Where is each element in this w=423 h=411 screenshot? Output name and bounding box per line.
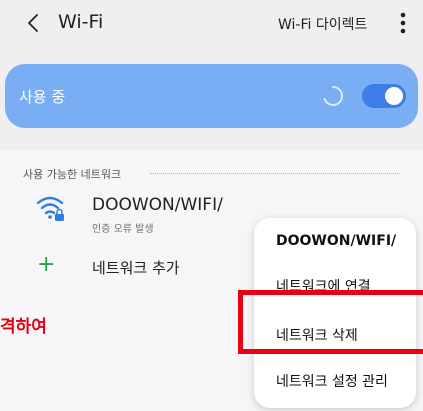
annotation-text: 격하여 <box>0 317 47 337</box>
menu-item-manage-settings[interactable]: 네트워크 설정 관리 <box>276 371 388 391</box>
app-header: Wi-Fi Wi-Fi 다이렉트 <box>0 0 423 52</box>
wifi-lock-icon <box>36 196 64 221</box>
context-menu-title: DOOWON/WIFI/ <box>276 233 397 249</box>
wifi-direct-button[interactable]: Wi-Fi 다이렉트 <box>278 14 367 34</box>
add-network-label: 네트워크 추가 <box>92 259 180 277</box>
back-button[interactable] <box>22 10 44 36</box>
wifi-toggle[interactable] <box>362 84 406 108</box>
annotation-highlight-box <box>238 290 423 354</box>
network-status: 인증 오류 발생 <box>92 224 154 235</box>
network-ssid: DOOWON/WIFI/ <box>92 195 223 215</box>
available-networks-header: 사용 가능한 네트워크 <box>23 168 122 181</box>
page-title: Wi-Fi <box>58 11 104 33</box>
loading-spinner-icon <box>323 85 344 106</box>
plus-icon: + <box>37 252 56 277</box>
wifi-usage-card: 사용 중 <box>5 64 418 128</box>
more-vertical-icon <box>400 12 406 34</box>
usage-status-label: 사용 중 <box>19 88 66 106</box>
more-options-button[interactable] <box>394 8 412 38</box>
chevron-left-icon <box>28 14 38 32</box>
toggle-knob <box>385 87 403 105</box>
section-divider <box>150 173 400 174</box>
